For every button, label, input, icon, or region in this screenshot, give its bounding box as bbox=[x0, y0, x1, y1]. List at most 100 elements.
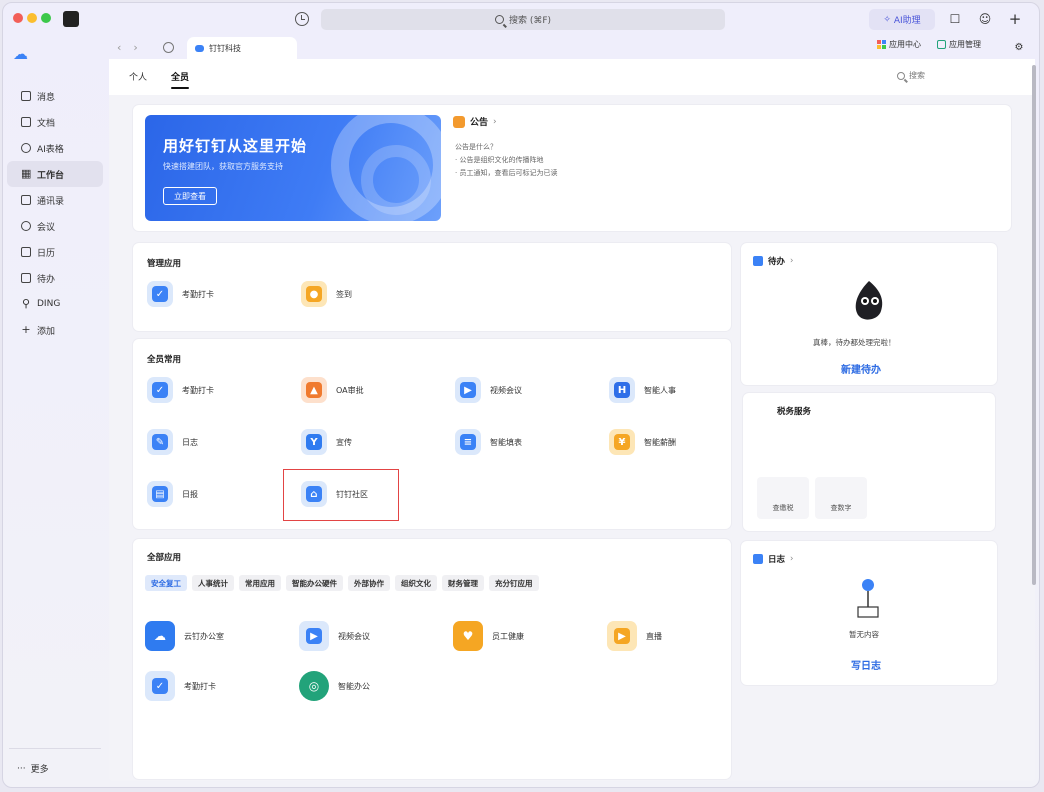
scrollbar[interactable] bbox=[1032, 65, 1036, 585]
log-header[interactable]: 日志 › bbox=[753, 553, 793, 565]
log-empty-text: 暂无内容 bbox=[849, 630, 879, 639]
todo-card: 待办 › 真棒，待办都处理完啦！ 新建待办 bbox=[741, 243, 997, 385]
search-icon bbox=[494, 15, 504, 24]
write-log-button[interactable]: 写日志 bbox=[851, 657, 881, 672]
category-chip[interactable]: 安全复工 bbox=[145, 575, 187, 591]
section-title: 税务服务 bbox=[777, 407, 812, 417]
category-chip[interactable]: 常用应用 bbox=[239, 575, 281, 591]
notice-header[interactable]: 公告 › bbox=[453, 115, 497, 128]
refresh-icon[interactable] bbox=[163, 42, 174, 53]
ai-assistant-button[interactable]: ✧ AI助理 bbox=[869, 9, 935, 30]
log-card: 日志 › 暂无内容 写日志 bbox=[741, 541, 997, 685]
banner-title: 用好钉钉从这里开始 bbox=[163, 137, 308, 155]
notice-line: 公告是什么？ bbox=[455, 143, 497, 151]
app-cloud-office[interactable]: ☁ 云钉办公室 bbox=[145, 621, 224, 651]
sidebar-item-meeting[interactable]: 会议 bbox=[7, 213, 103, 239]
category-chip[interactable]: 财务管理 bbox=[442, 575, 484, 591]
workbench-search[interactable]: 搜索 bbox=[897, 70, 925, 81]
app-oa-approval[interactable]: ▲ OA审批 bbox=[301, 377, 364, 403]
app-video-meeting[interactable]: ▶ 视频会议 bbox=[455, 377, 522, 403]
chevron-right-icon: › bbox=[790, 256, 794, 266]
app-center-link[interactable]: 应用中心 bbox=[877, 39, 921, 50]
browser-tab[interactable]: 钉钉科技 bbox=[187, 37, 297, 59]
tax-item[interactable]: 查缴税 bbox=[757, 477, 809, 519]
app-checkin[interactable]: ● 签到 bbox=[301, 281, 352, 307]
minimize-window-button[interactable] bbox=[27, 13, 37, 23]
tab-all-staff[interactable]: 全员 bbox=[171, 70, 190, 89]
banner-decoration bbox=[361, 145, 431, 215]
plus-icon[interactable]: + bbox=[1007, 10, 1023, 28]
contacts-icon bbox=[21, 195, 31, 205]
sidebar-item-add[interactable]: + 添加 bbox=[7, 317, 103, 343]
app-employee-health[interactable]: ♥ 员工健康 bbox=[453, 621, 524, 651]
sidebar-item-contacts[interactable]: 通讯录 bbox=[7, 187, 103, 213]
sidebar-item-messages[interactable]: 消息 bbox=[7, 83, 103, 109]
sidebar-item-todo[interactable]: 待办 bbox=[7, 265, 103, 291]
promotion-icon: Y bbox=[301, 429, 327, 455]
sidebar-item-docs[interactable]: 文档 bbox=[7, 109, 103, 135]
notice-icon bbox=[453, 115, 465, 128]
more-button[interactable]: ··· 更多 bbox=[17, 762, 49, 776]
help-icon[interactable]: ☺ bbox=[977, 11, 993, 27]
category-chip[interactable]: 组织文化 bbox=[395, 575, 437, 591]
category-chip[interactable]: 外部协作 bbox=[348, 575, 390, 591]
app-manage-icon bbox=[937, 40, 946, 49]
app-center-icon bbox=[877, 40, 886, 49]
oa-approval-icon: ▲ bbox=[301, 377, 327, 403]
more-dots-icon: ··· bbox=[17, 763, 26, 774]
app-live[interactable]: ▶ 直播 bbox=[607, 621, 662, 651]
employee-health-icon: ♥ bbox=[453, 621, 483, 651]
settings-icon[interactable]: ⚙ bbox=[1011, 39, 1027, 55]
app-daily-report[interactable]: ▤ 日报 bbox=[147, 481, 198, 507]
back-arrow-icon[interactable]: ‹ bbox=[117, 41, 121, 54]
sidebar-item-ding[interactable]: ⚲ DING bbox=[7, 291, 103, 317]
daily-report-icon: ▤ bbox=[147, 481, 173, 507]
log-icon: ✎ bbox=[147, 429, 173, 455]
app-log[interactable]: ✎ 日志 bbox=[147, 429, 198, 455]
highlight-box bbox=[283, 469, 399, 521]
app-attendance[interactable]: ✓ 考勤打卡 bbox=[147, 377, 214, 403]
sidebar-item-ai-table[interactable]: AI表格 bbox=[7, 135, 103, 161]
maximize-window-button[interactable] bbox=[41, 13, 51, 23]
notification-icon[interactable]: ☐ bbox=[947, 11, 963, 27]
app-smart-office[interactable]: ◎ 智能办公 bbox=[299, 671, 370, 701]
category-chip[interactable]: 人事统计 bbox=[192, 575, 234, 591]
tab-personal[interactable]: 个人 bbox=[129, 70, 147, 83]
app-attendance[interactable]: ✓ 考勤打卡 bbox=[145, 671, 216, 701]
app-manage-link[interactable]: 应用管理 bbox=[937, 39, 981, 50]
chevron-right-icon: › bbox=[493, 116, 497, 127]
banner-view-button[interactable]: 立即查看 bbox=[163, 187, 217, 205]
welcome-banner[interactable]: 用好钉钉从这里开始 快速搭建团队，获取官方服务支持 立即查看 bbox=[145, 115, 441, 221]
forward-arrow-icon[interactable]: › bbox=[133, 41, 137, 54]
app-smart-salary[interactable]: ¥ 智能薪酬 bbox=[609, 429, 676, 455]
todo-icon bbox=[21, 273, 31, 283]
tax-item[interactable]: 查数字 bbox=[815, 477, 867, 519]
category-chip[interactable]: 充分钉应用 bbox=[489, 575, 539, 591]
video-meeting-icon: ▶ bbox=[455, 377, 481, 403]
smart-salary-icon: ¥ bbox=[609, 429, 635, 455]
section-title: 全部应用 bbox=[147, 553, 182, 563]
close-window-button[interactable] bbox=[13, 13, 23, 23]
new-todo-button[interactable]: 新建待办 bbox=[841, 361, 881, 376]
app-promotion[interactable]: Y 宣传 bbox=[301, 429, 352, 455]
category-tabs: 安全复工 人事统计 常用应用 智能办公硬件 外部协作 组织文化 财务管理 充分钉… bbox=[145, 575, 544, 591]
sidebar-divider bbox=[9, 748, 101, 749]
banner-card: 用好钉钉从这里开始 快速搭建团队，获取官方服务支持 立即查看 公告 › 公告是什… bbox=[133, 105, 1011, 231]
chevron-right-icon: › bbox=[790, 554, 794, 564]
sidebar-item-workbench[interactable]: ▦ 工作台 bbox=[7, 161, 103, 187]
app-smart-hr[interactable]: H 智能人事 bbox=[609, 377, 676, 403]
attendance-icon: ✓ bbox=[147, 281, 173, 307]
log-icon bbox=[753, 554, 763, 564]
sidebar-item-calendar[interactable]: 日历 bbox=[7, 239, 103, 265]
app-smart-form[interactable]: ≡ 智能填表 bbox=[455, 429, 522, 455]
history-icon[interactable] bbox=[295, 12, 309, 26]
avatar[interactable] bbox=[63, 11, 79, 27]
app-video-meeting[interactable]: ▶ 视频会议 bbox=[299, 621, 370, 651]
notice-content: 公告是什么？ · 公告是组织文化的传播阵地 · 员工通知，查看后可标记为已读 bbox=[455, 141, 557, 180]
meeting-icon bbox=[21, 221, 31, 231]
app-attendance[interactable]: ✓ 考勤打卡 bbox=[147, 281, 214, 307]
todo-header[interactable]: 待办 › bbox=[753, 255, 793, 267]
category-chip[interactable]: 智能办公硬件 bbox=[286, 575, 343, 591]
search-input[interactable]: 搜索 (⌘F) bbox=[321, 9, 725, 30]
live-icon: ▶ bbox=[607, 621, 637, 651]
